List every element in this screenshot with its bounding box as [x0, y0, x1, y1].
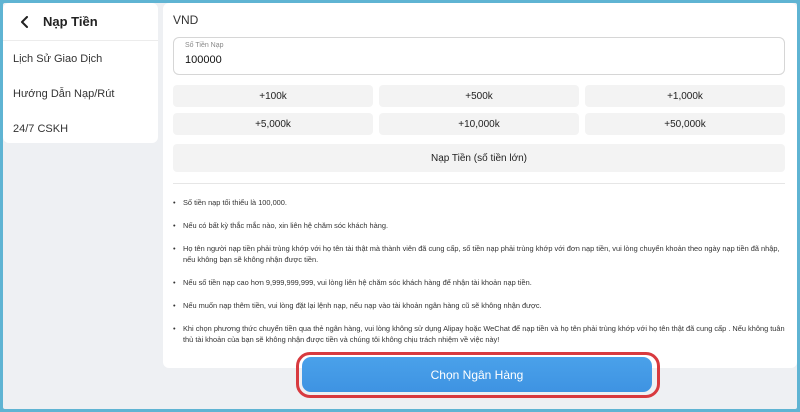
- divider: [173, 183, 785, 184]
- sidebar: Nạp Tiền Lịch Sử Giao Dịch Hướng Dẫn Nạp…: [3, 3, 158, 143]
- quick-amount-grid: +100k +500k +1,000k +5,000k +10,000k +50…: [173, 85, 785, 135]
- note-item: • Họ tên người nạp tiền phải trùng khớp v…: [173, 244, 780, 264]
- note-item: • Khi chọn phương thức chuyển tiền qua th…: [173, 324, 785, 344]
- select-bank-button[interactable]: Chọn Ngân Hàng: [302, 357, 652, 392]
- quick-amount-button-50000k[interactable]: +50,000k: [585, 113, 785, 135]
- currency-label: VND: [173, 13, 199, 27]
- quick-amount-button-5000k[interactable]: +5,000k: [173, 113, 373, 135]
- note-item: • Nếu số tiền nạp cao hơn 9,999,999,999, …: [173, 278, 532, 287]
- quick-amount-button-500k[interactable]: +500k: [379, 85, 579, 107]
- amount-field-label: Số Tiền Nạp: [185, 42, 224, 49]
- sidebar-item-support[interactable]: 24/7 CSKH: [3, 111, 158, 146]
- amount-field[interactable]: Số Tiền Nạp: [173, 37, 785, 75]
- deposit-panel: VND Số Tiền Nạp +100k +500k +1,000k +5,0…: [163, 3, 797, 368]
- large-deposit-button[interactable]: Nạp Tiền (số tiền lớn): [173, 144, 785, 172]
- deposit-notes: • Số tiền nạp tối thiểu là 100,000. • Nếu …: [173, 197, 785, 357]
- quick-amount-button-1000k[interactable]: +1,000k: [585, 85, 785, 107]
- amount-input[interactable]: [185, 54, 745, 66]
- chevron-left-icon[interactable]: [17, 14, 33, 30]
- sidebar-item-transaction-history[interactable]: Lịch Sử Giao Dịch: [3, 41, 158, 76]
- note-item: • Số tiền nạp tối thiểu là 100,000.: [173, 198, 287, 207]
- page-title: Nạp Tiền: [43, 14, 98, 29]
- quick-amount-button-10000k[interactable]: +10,000k: [379, 113, 579, 135]
- sidebar-item-deposit-guide[interactable]: Hướng Dẫn Nạp/Rút: [3, 76, 158, 111]
- quick-amount-button-100k[interactable]: +100k: [173, 85, 373, 107]
- note-item: • Nếu muốn nạp thêm tiền, vui lòng đặt lạ…: [173, 301, 542, 310]
- sidebar-header: Nạp Tiền: [3, 3, 158, 41]
- note-item: • Nếu có bất kỳ thắc mắc nào, xin liên hệ…: [173, 221, 388, 230]
